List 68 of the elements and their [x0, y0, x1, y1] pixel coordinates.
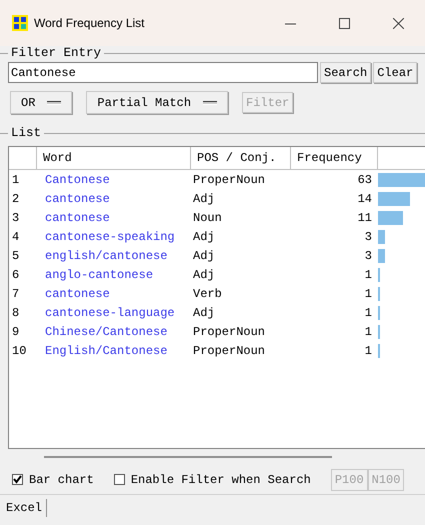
table-cell-text: Adj — [192, 248, 216, 262]
row-number: 10 — [11, 344, 28, 358]
row-number: 6 — [11, 268, 20, 282]
table-cell-text: 3 — [364, 248, 373, 262]
table-cell-text: Noun — [192, 210, 223, 224]
clear-button[interactable]: Clear — [373, 62, 418, 83]
search-button[interactable]: Search — [320, 62, 372, 83]
column-header[interactable]: POS / Conj. — [191, 147, 291, 170]
word-link[interactable]: cantonese-language — [37, 306, 191, 320]
word-link[interactable]: english/cantonese — [37, 248, 191, 262]
table-cell-text: Adj — [192, 268, 216, 282]
table-cell-text: 14 — [356, 192, 373, 206]
logic-dropdown[interactable]: OR — [10, 91, 72, 114]
row-number: 5 — [11, 248, 20, 262]
table-cell-text: 11 — [356, 210, 373, 224]
table-cell-text: Adj — [192, 230, 216, 244]
table-cell-text: 1 — [364, 306, 373, 320]
table-cell-text: ProperNoun — [192, 344, 266, 358]
word-link[interactable]: Cantonese — [37, 172, 191, 186]
table-cell-text: 1 — [364, 268, 373, 282]
checkbox[interactable] — [114, 474, 125, 485]
row-number: 8 — [11, 306, 20, 320]
frequency-bar — [378, 268, 380, 282]
window-title: Word Frequency List — [34, 16, 146, 30]
frequency-bar — [378, 210, 404, 224]
table-cell-text: 63 — [356, 172, 373, 186]
frequency-bar — [378, 230, 385, 244]
frequency-bar — [378, 192, 410, 206]
row-number: 2 — [11, 192, 20, 206]
frequency-bar — [378, 286, 380, 300]
row-number: 3 — [11, 210, 20, 224]
table-cell-text: ProperNoun — [192, 324, 266, 338]
table-cell-text: Adj — [192, 306, 216, 320]
group-label: List — [10, 126, 42, 140]
frequency-bar — [378, 324, 380, 338]
checkbox-option[interactable]: Bar chart — [12, 472, 94, 486]
app-icon — [12, 15, 28, 31]
maximize-icon[interactable] — [338, 18, 350, 28]
close-icon[interactable] — [392, 18, 404, 28]
row-number: 1 — [11, 172, 20, 186]
word-link[interactable]: English/Cantonese — [37, 344, 191, 358]
word-link[interactable]: anglo-cantonese — [37, 268, 191, 282]
checkbox-option[interactable]: Enable Filter when Search — [114, 472, 311, 486]
checkbox[interactable] — [12, 474, 23, 485]
word-link[interactable]: Chinese/Cantonese — [37, 324, 191, 338]
frequency-bar — [378, 306, 380, 320]
word-link[interactable]: cantonese — [37, 286, 191, 300]
word-link[interactable]: cantonese — [37, 210, 191, 224]
match-dropdown[interactable]: Partial Match — [86, 91, 228, 114]
row-number: 9 — [11, 324, 20, 338]
table-cell-text: Adj — [192, 192, 216, 206]
table-cell-text: ProperNoun — [192, 172, 266, 186]
column-header[interactable]: Word — [37, 147, 191, 170]
table-cell-text: Verb — [192, 286, 223, 300]
group-label: Filter Entry — [10, 46, 102, 60]
table-cell-text: 1 — [364, 286, 373, 300]
row-number: 7 — [11, 286, 20, 300]
scrollbar[interactable] — [44, 456, 332, 458]
table-cell-text: 3 — [364, 230, 373, 244]
row-number: 4 — [11, 230, 20, 244]
word-link[interactable]: cantonese — [37, 192, 191, 206]
frequency-bar — [378, 344, 380, 358]
column-header[interactable]: Frequency — [291, 147, 378, 170]
word-link[interactable]: cantonese-speaking — [37, 230, 191, 244]
table-cell-text: 1 — [364, 344, 373, 358]
table-cell-text: 1 — [364, 324, 373, 338]
search-field[interactable]: Cantonese — [8, 62, 318, 83]
frequency-bar — [378, 248, 385, 262]
